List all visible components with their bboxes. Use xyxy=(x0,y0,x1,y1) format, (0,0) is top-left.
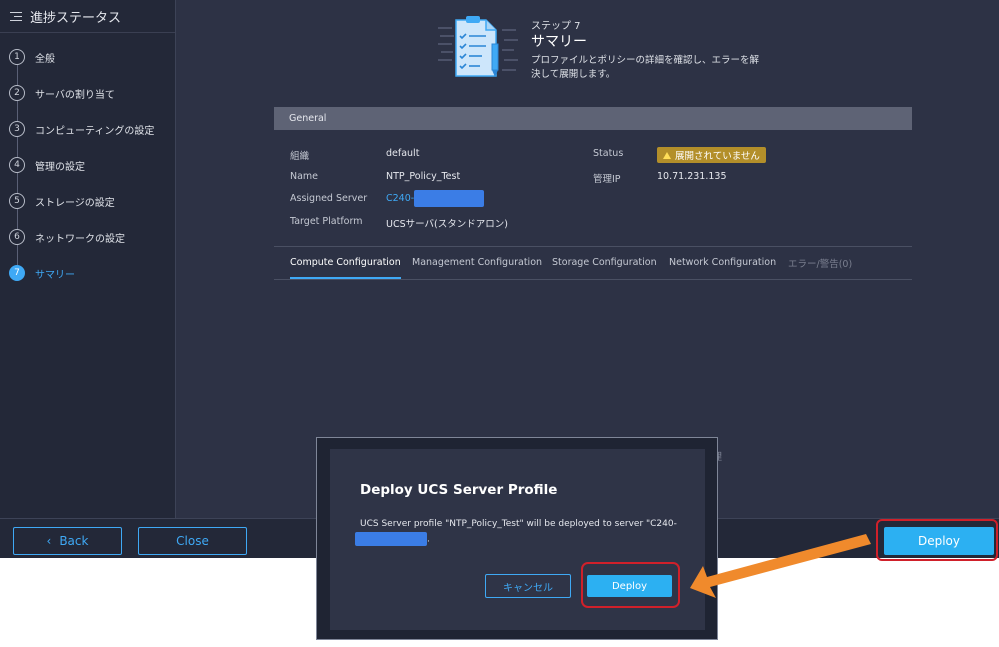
org-value: default xyxy=(386,148,420,159)
assigned-server-link[interactable]: C240- xyxy=(386,193,414,204)
tab-storage-configuration[interactable]: Storage Configuration xyxy=(552,247,657,278)
collapse-menu-icon[interactable] xyxy=(10,11,22,21)
highlight-box-dialog-deploy xyxy=(581,562,680,608)
step-item-compute[interactable]: 3 コンピューティングの設定 xyxy=(0,111,175,147)
step-number: 5 xyxy=(9,193,25,209)
page-description: プロファイルとポリシーの詳細を確認し、エラーを解決して展開します。 xyxy=(531,55,760,80)
dialog-message: UCS Server profile "NTP_Policy_Test" wil… xyxy=(355,517,680,548)
step-number: 1 xyxy=(9,49,25,65)
close-button[interactable]: Close xyxy=(138,527,247,555)
redacted-block xyxy=(414,190,485,207)
assigned-server-value[interactable]: C240- xyxy=(386,190,485,207)
status-value: 展開されていません xyxy=(675,151,760,162)
step-label: サーバの割り当て xyxy=(35,89,115,101)
step-number: 7 xyxy=(9,265,25,281)
step-header: ステップ 7 サマリー プロファイルとポリシーの詳細を確認し、エラーを解決して展… xyxy=(438,14,768,86)
highlight-box-deploy xyxy=(876,519,998,561)
name-value: NTP_Policy_Test xyxy=(386,171,461,182)
chevron-left-icon: ‹ xyxy=(46,534,52,548)
step-label: 管理の設定 xyxy=(35,161,85,173)
step-number: 3 xyxy=(9,121,25,137)
step-number: 4 xyxy=(9,157,25,173)
tab-errors-warnings[interactable]: エラー/警告(0) xyxy=(788,247,852,278)
step-label: ネットワークの設定 xyxy=(35,233,125,245)
page-title: サマリー xyxy=(531,34,587,50)
step-item-server-assign[interactable]: 2 サーバの割り当て xyxy=(0,75,175,111)
tab-compute-configuration[interactable]: Compute Configuration xyxy=(290,247,401,279)
name-label: Name xyxy=(290,171,319,182)
warning-icon xyxy=(663,151,671,159)
assigned-server-label: Assigned Server xyxy=(290,193,368,204)
org-label: 組織 xyxy=(290,151,310,162)
back-button[interactable]: ‹ Back xyxy=(13,527,122,555)
step-item-storage[interactable]: 5 ストレージの設定 xyxy=(0,183,175,219)
general-section-header: General xyxy=(274,107,912,130)
step-number: 2 xyxy=(9,85,25,101)
checklist-document-icon xyxy=(438,16,518,77)
dialog-message-text: UCS Server profile "NTP_Policy_Test" wil… xyxy=(360,519,677,529)
target-platform-label: Target Platform xyxy=(290,216,363,227)
step-label: ストレージの設定 xyxy=(35,197,115,209)
progress-sidebar: 進捗ステータス 1 全般 2 サーバの割り当て 3 コンピューティングの設定 4 管理の… xyxy=(0,0,176,518)
step-list: 1 全般 2 サーバの割り当て 3 コンピューティングの設定 4 管理の設定 5 ストレー… xyxy=(0,39,175,291)
target-platform-value: UCSサーバ(スタンドアロン) xyxy=(386,219,508,230)
tab-management-configuration[interactable]: Management Configuration xyxy=(412,247,542,278)
step-item-management[interactable]: 4 管理の設定 xyxy=(0,147,175,183)
sidebar-title: 進捗ステータス xyxy=(30,10,122,26)
step-item-general[interactable]: 1 全般 xyxy=(0,39,175,75)
step-label: コンピューティングの設定 xyxy=(35,125,155,137)
dialog-title: Deploy UCS Server Profile xyxy=(360,482,558,498)
config-tabs: Compute Configuration Management Configu… xyxy=(274,246,912,280)
tab-network-configuration[interactable]: Network Configuration xyxy=(669,247,776,278)
dialog-message-end: . xyxy=(427,534,430,545)
step-label: 全般 xyxy=(35,53,55,65)
mgmt-ip-label: 管理IP xyxy=(593,174,621,185)
status-badge: 展開されていません xyxy=(657,147,766,163)
redacted-block xyxy=(355,532,427,546)
step-item-network[interactable]: 6 ネットワークの設定 xyxy=(0,219,175,255)
step-indicator: ステップ 7 xyxy=(531,21,581,32)
step-item-summary[interactable]: 7 サマリー xyxy=(0,255,175,291)
mgmt-ip-value: 10.71.231.135 xyxy=(657,171,727,182)
step-label: サマリー xyxy=(35,269,75,281)
sidebar-header: 進捗ステータス xyxy=(0,0,175,33)
status-label: Status xyxy=(593,148,624,159)
back-button-label: Back xyxy=(59,534,89,548)
dialog-cancel-button[interactable]: キャンセル xyxy=(485,574,571,598)
step-number: 6 xyxy=(9,229,25,245)
